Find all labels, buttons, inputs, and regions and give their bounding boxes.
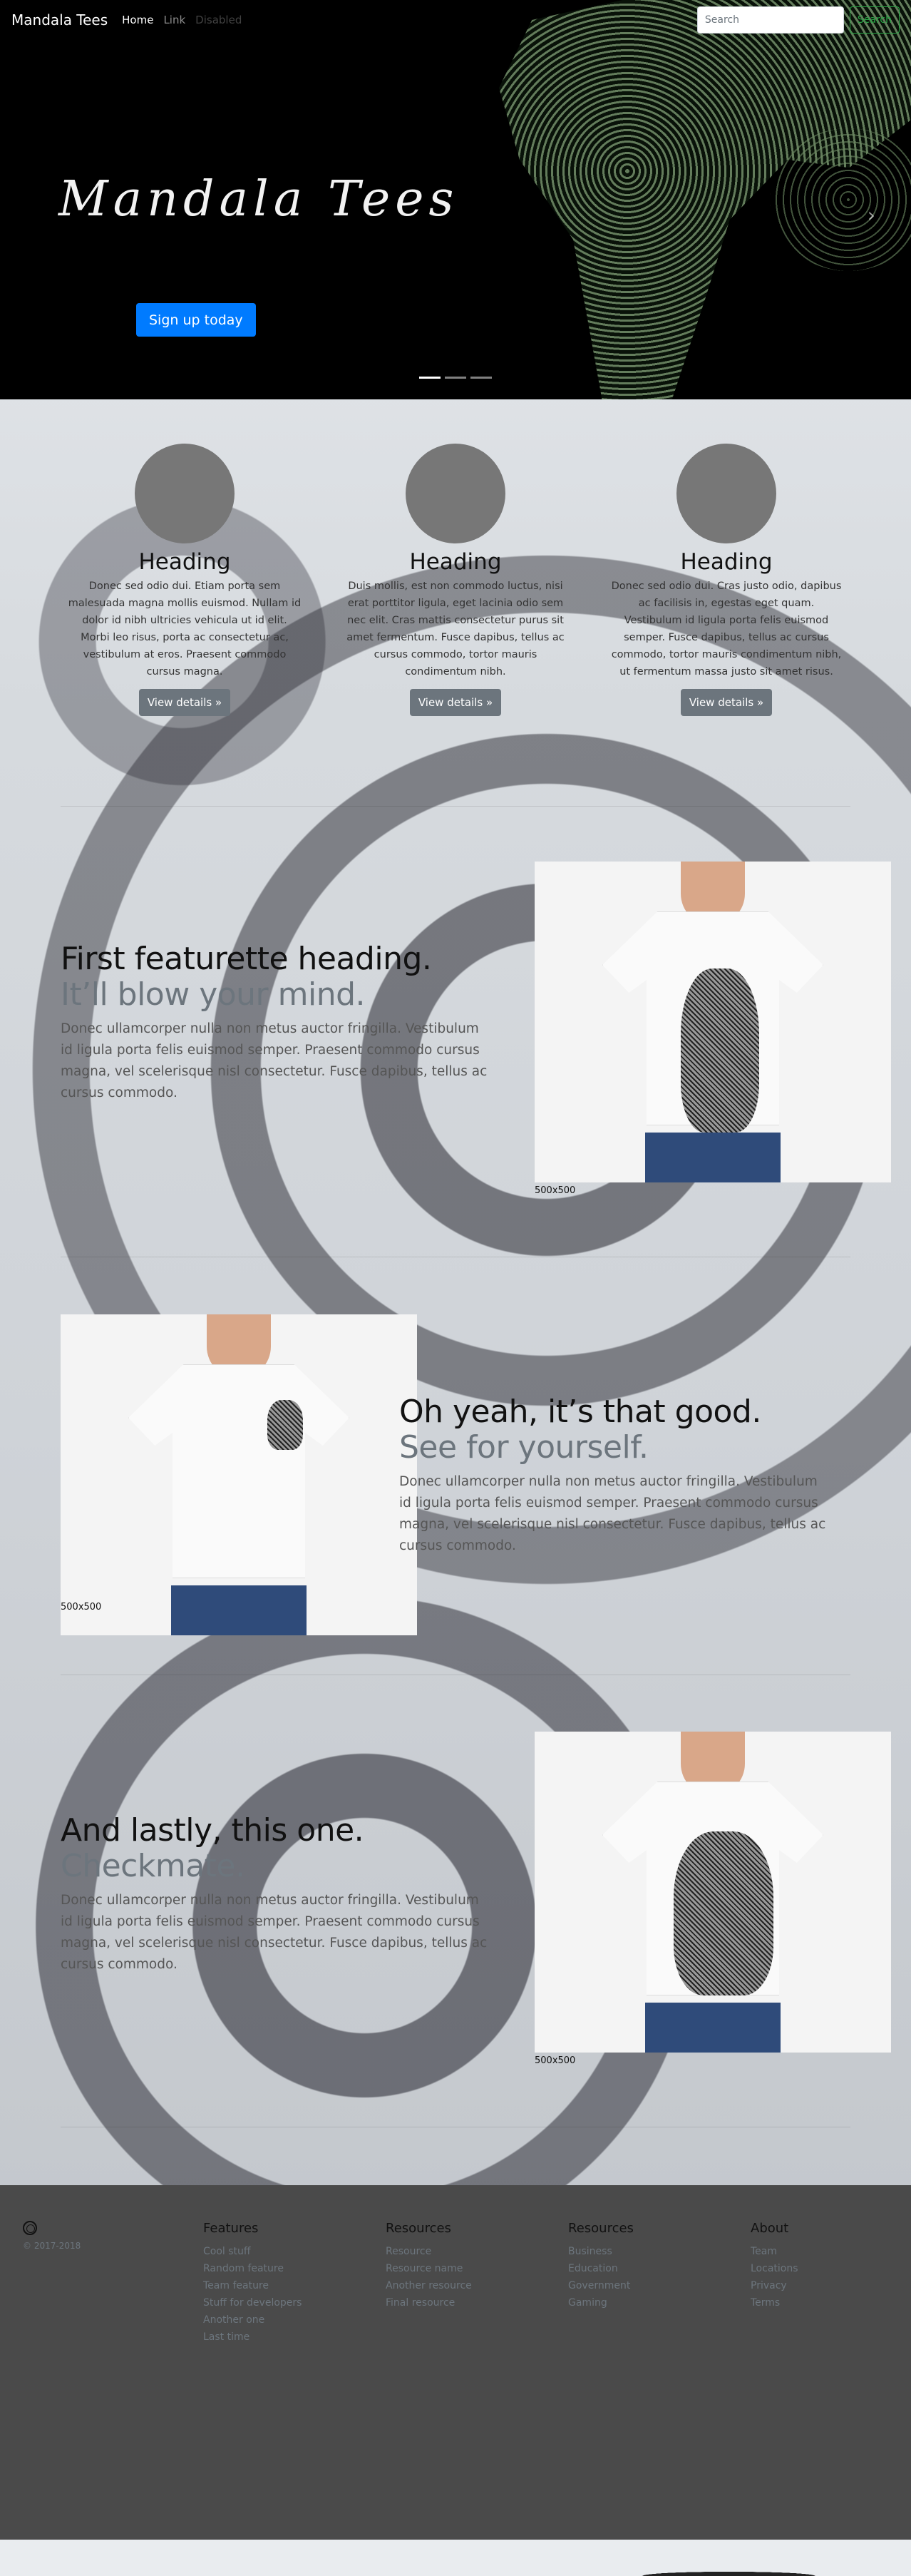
featurette-heading-muted: It’ll blow your mind. xyxy=(61,976,366,1013)
carousel-next-icon[interactable]: › xyxy=(868,203,875,227)
footer-link[interactable]: Stuff for developers xyxy=(203,2294,302,2311)
image-caption: 500x500 xyxy=(61,1602,102,1612)
featurette-text: First featurette heading. It’ll blow you… xyxy=(61,941,488,1104)
search-form: Search xyxy=(696,6,900,34)
jeans xyxy=(171,1585,307,1635)
placeholder-circle xyxy=(406,444,505,543)
site-footer: © 2017-2018 Features Cool stuff Random f… xyxy=(0,2185,911,2540)
carousel-indicator[interactable] xyxy=(470,377,492,379)
carousel-indicators xyxy=(419,377,492,379)
marketing-column: Heading Duis mollis, est non commodo luc… xyxy=(339,444,572,716)
featurette-heading-muted: See for yourself. xyxy=(399,1429,649,1466)
featurette-lead: Donec ullamcorper nulla non metus auctor… xyxy=(61,1021,488,1100)
featurette-heading-main: Oh yeah, it’s that good. xyxy=(399,1394,761,1430)
footer-column-title: Resources xyxy=(568,2221,634,2236)
astronaut-print xyxy=(267,1400,303,1450)
footer-column-features: Features Cool stuff Random feature Team … xyxy=(203,2221,302,2346)
featurette-heading-main: And lastly, this one. xyxy=(61,1812,364,1849)
footer-column-title: Resources xyxy=(386,2221,451,2236)
footer-column-resources: Resources Resource Resource name Another… xyxy=(386,2221,472,2311)
marketing-column: Heading Donec sed odio dui. Etiam porta … xyxy=(68,444,302,716)
footer-column-title: Features xyxy=(203,2221,259,2236)
footer-column-about: About Team Locations Privacy Terms xyxy=(751,2221,798,2311)
marketing-column: Heading Donec sed odio dui. Cras justo o… xyxy=(609,444,843,716)
footer-link[interactable]: Random feature xyxy=(203,2260,302,2277)
view-details-button[interactable]: View details » xyxy=(409,689,502,716)
tshirt-shape xyxy=(128,1364,349,1578)
elephant-print xyxy=(674,1831,773,1995)
featurette-heading: First featurette heading. It’ll blow you… xyxy=(61,941,488,1013)
view-details-button[interactable]: View details » xyxy=(680,689,773,716)
footer-link[interactable]: Business xyxy=(568,2243,634,2260)
image-caption: 500x500 xyxy=(535,2055,576,2066)
footer-link[interactable]: Resource name xyxy=(386,2260,472,2277)
background-strip xyxy=(0,2540,911,2576)
giraffe-print xyxy=(681,968,759,1133)
tshirt-elephant-image xyxy=(535,1732,891,2053)
footer-link[interactable]: Terms xyxy=(751,2294,798,2311)
tshirt-giraffe-image xyxy=(535,862,891,1182)
column-heading: Heading xyxy=(680,549,773,575)
footer-link[interactable]: Privacy xyxy=(751,2277,798,2294)
footer-link[interactable]: Cool stuff xyxy=(203,2243,302,2260)
featurette-text: And lastly, this one. Checkmate. Donec u… xyxy=(61,1813,488,1976)
footer-link[interactable]: Last time xyxy=(203,2329,302,2346)
column-text: Donec sed odio dui. Cras justo odio, dap… xyxy=(611,581,842,678)
carousel-indicator[interactable] xyxy=(419,377,441,379)
featurette-text: Oh yeah, it’s that good. See for yoursel… xyxy=(399,1394,827,1557)
footer-link[interactable]: Education xyxy=(568,2260,634,2277)
featurette-lead: Donec ullamcorper nulla non metus auctor… xyxy=(399,1474,826,1553)
footer-link[interactable]: Final resource xyxy=(386,2294,472,2311)
footer-link[interactable]: Another resource xyxy=(386,2277,472,2294)
hero-title: Mandala Tees xyxy=(58,171,459,228)
featurette-lead: Donec ullamcorper nulla non metus auctor… xyxy=(61,1893,488,1972)
carousel-indicator[interactable] xyxy=(445,377,466,379)
column-text: Donec sed odio dui. Etiam porta sem male… xyxy=(68,581,302,678)
column-heading: Heading xyxy=(138,549,231,575)
brand-link[interactable]: Mandala Tees xyxy=(11,11,108,29)
copyright-text: © 2017-2018 xyxy=(23,2241,81,2251)
footer-link[interactable]: Team feature xyxy=(203,2277,302,2294)
footer-link[interactable]: Resource xyxy=(386,2243,472,2260)
column-text: Duis mollis, est non commodo luctus, nis… xyxy=(346,581,565,678)
hero-carousel: Mandala Tees Sign up today › xyxy=(0,0,911,399)
featurette-heading: And lastly, this one. Checkmate. xyxy=(61,1813,488,1884)
nav-link-disabled: Disabled xyxy=(195,14,242,26)
image-caption: 500x500 xyxy=(535,1185,576,1196)
footer-link[interactable]: Team xyxy=(751,2243,798,2260)
featurette-heading-muted: Checkmate. xyxy=(61,1848,245,1884)
tshirt-astronaut-image xyxy=(61,1314,417,1635)
footer-column-title: About xyxy=(751,2221,789,2236)
elephant-ear-artwork xyxy=(770,128,911,271)
jeans xyxy=(645,2003,781,2053)
placeholder-circle xyxy=(676,444,776,543)
search-input[interactable] xyxy=(696,6,844,34)
top-navbar: Mandala Tees Home Link Disabled Search xyxy=(0,0,911,40)
footer-column-resources-2: Resources Business Education Government … xyxy=(568,2221,634,2311)
featurette-heading: Oh yeah, it’s that good. See for yoursel… xyxy=(399,1394,827,1466)
footer-link[interactable]: Gaming xyxy=(568,2294,634,2311)
jeans xyxy=(645,1133,781,1182)
placeholder-circle xyxy=(135,444,235,543)
nav-link-home[interactable]: Home xyxy=(122,14,153,26)
footer-link[interactable]: Locations xyxy=(751,2260,798,2277)
sign-up-button[interactable]: Sign up today xyxy=(136,303,256,337)
featurette-heading-main: First featurette heading. xyxy=(61,941,432,977)
footer-link[interactable]: Government xyxy=(568,2277,634,2294)
featurette-divider xyxy=(61,806,850,807)
nav-link-link[interactable]: Link xyxy=(163,14,185,26)
footer-link[interactable]: Another one xyxy=(203,2311,302,2329)
search-button[interactable]: Search xyxy=(849,6,900,34)
view-details-button[interactable]: View details » xyxy=(138,689,231,716)
column-heading: Heading xyxy=(409,549,502,575)
logo-icon xyxy=(23,2221,37,2235)
